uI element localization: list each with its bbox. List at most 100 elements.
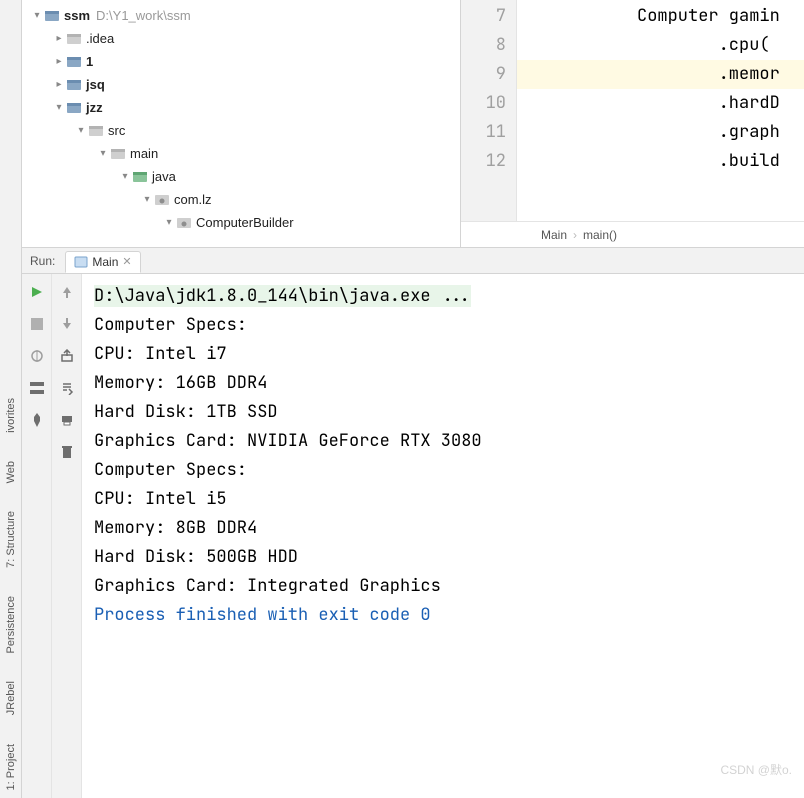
close-icon[interactable]: ✕ (122, 255, 131, 268)
chevron-right-icon[interactable]: ▸ (52, 79, 66, 90)
trash-icon[interactable] (57, 442, 77, 462)
code-editor[interactable]: 789101112 Computer gamin .cpu( .memor .h… (460, 0, 804, 247)
layout-icon[interactable] (27, 378, 47, 398)
editor-lines[interactable]: Computer gamin .cpu( .memor .hardD .grap… (517, 0, 804, 221)
chevron-down-icon[interactable]: ▾ (118, 171, 132, 182)
folder-icon (110, 146, 126, 162)
console-line: Graphics Card: Integrated Graphics (94, 572, 792, 601)
tree-item[interactable]: ▾ jzz (22, 96, 460, 119)
run-tab-label: Main (92, 255, 118, 269)
tree-item-label: 1 (86, 54, 93, 69)
console-line: CPU: Intel i5 (94, 485, 792, 514)
gutter-structure[interactable]: 7: Structure (5, 511, 17, 568)
console-line: Memory: 8GB DDR4 (94, 514, 792, 543)
console-line: Graphics Card: NVIDIA GeForce RTX 3080 (94, 427, 792, 456)
code-line[interactable]: .cpu( (517, 31, 804, 60)
console-output[interactable]: D:\Java\jdk1.8.0_144\bin\java.exe ... Com… (82, 274, 804, 798)
gutter-persistence[interactable]: Persistence (5, 596, 17, 653)
chevron-right-icon[interactable]: ▸ (52, 56, 66, 67)
gutter-project[interactable]: 1: Project (5, 744, 17, 790)
console-line: Computer Specs: (94, 456, 792, 485)
breadcrumb-item[interactable]: main() (583, 228, 617, 242)
export-icon[interactable] (57, 346, 77, 366)
chevron-down-icon[interactable]: ▾ (30, 10, 44, 21)
console-line: CPU: Intel i7 (94, 340, 792, 369)
run-config-icon (74, 255, 88, 269)
editor-breadcrumb[interactable]: Main › main() (461, 221, 804, 247)
chevron-right-icon[interactable]: ▸ (52, 33, 66, 44)
tree-item-label: src (108, 123, 125, 138)
chevron-down-icon[interactable]: ▾ (74, 125, 88, 136)
tree-item[interactable]: ▸1 (22, 50, 460, 73)
folder-icon (66, 77, 82, 93)
editor-gutter: 789101112 (461, 0, 517, 221)
run-tab[interactable]: Main ✕ (65, 251, 140, 273)
chevron-right-icon: › (573, 228, 577, 242)
module-icon (44, 8, 60, 24)
tree-item[interactable]: ▸.idea (22, 27, 460, 50)
run-panel-body: D:\Java\jdk1.8.0_144\bin\java.exe ... Com… (22, 274, 804, 798)
watermark: CSDN @默o. (720, 761, 792, 778)
folder-icon (66, 54, 82, 70)
gutter-jrebel[interactable]: JRebel (5, 681, 17, 715)
tree-item-label: com.lz (174, 192, 212, 207)
folder-icon (132, 169, 148, 185)
gutter-favorites[interactable]: ivorites (5, 398, 17, 433)
run-panel-header: Run: Main ✕ (22, 248, 804, 274)
down-arrow-icon[interactable] (57, 314, 77, 334)
console-line: Computer Specs: (94, 311, 792, 340)
tree-item-label: ComputerBuilder (196, 215, 294, 230)
console-line: Hard Disk: 500GB HDD (94, 543, 792, 572)
tree-item-label: main (130, 146, 158, 161)
folder-icon (88, 123, 104, 139)
print-icon[interactable] (57, 410, 77, 430)
project-tree[interactable]: ▾ ssm D:\Y1_work\ssm ▸.idea▸1▸jsq▾jzz▾sr… (22, 0, 460, 247)
chevron-down-icon[interactable]: ▾ (140, 194, 154, 205)
folder-icon (154, 192, 170, 208)
up-arrow-icon[interactable] (57, 282, 77, 302)
folder-icon (66, 31, 82, 47)
line-number: 9 (461, 60, 506, 89)
tree-item-label: java (152, 169, 176, 184)
tree-item[interactable]: ▾ com.lz (22, 188, 460, 211)
stop-icon[interactable] (27, 314, 47, 334)
gutter-web[interactable]: Web (5, 461, 17, 483)
tree-item[interactable]: ▾ src (22, 119, 460, 142)
line-number: 7 (461, 2, 506, 31)
chevron-down-icon[interactable]: ▾ (162, 217, 176, 228)
breadcrumb-item[interactable]: Main (541, 228, 567, 242)
rerun-icon[interactable] (27, 282, 47, 302)
tree-item[interactable]: ▾ main (22, 142, 460, 165)
debug-icon[interactable] (27, 346, 47, 366)
tree-item-label: jzz (86, 100, 103, 115)
tree-root-label: ssm (64, 8, 90, 23)
chevron-down-icon[interactable]: ▾ (52, 102, 66, 113)
console-line: Hard Disk: 1TB SSD (94, 398, 792, 427)
tree-item[interactable]: ▾ java (22, 165, 460, 188)
run-label: Run: (30, 254, 55, 268)
code-line[interactable]: .memor (517, 60, 804, 89)
tree-root-path: D:\Y1_work\ssm (96, 8, 191, 23)
console-command: D:\Java\jdk1.8.0_144\bin\java.exe ... (94, 285, 471, 307)
line-number: 8 (461, 31, 506, 60)
pin-icon[interactable] (27, 410, 47, 430)
run-toolbar-primary (22, 274, 52, 798)
code-line[interactable]: .build (517, 147, 804, 176)
line-number: 10 (461, 89, 506, 118)
line-number: 12 (461, 147, 506, 176)
code-line[interactable]: .hardD (517, 89, 804, 118)
run-toolbar-secondary (52, 274, 82, 798)
scroll-end-icon[interactable] (57, 378, 77, 398)
line-number: 11 (461, 118, 506, 147)
tree-item[interactable]: ▸ jsq (22, 73, 460, 96)
folder-icon (176, 215, 192, 231)
code-line[interactable]: .graph (517, 118, 804, 147)
code-line[interactable]: Computer gamin (517, 2, 804, 31)
tree-root[interactable]: ▾ ssm D:\Y1_work\ssm (22, 4, 460, 27)
tree-item[interactable]: ▾ ComputerBuilder (22, 211, 460, 234)
chevron-down-icon[interactable]: ▾ (96, 148, 110, 159)
folder-icon (66, 100, 82, 116)
console-line: Memory: 16GB DDR4 (94, 369, 792, 398)
console-exit-line: Process finished with exit code 0 (94, 601, 792, 630)
tree-item-label: jsq (86, 77, 105, 92)
